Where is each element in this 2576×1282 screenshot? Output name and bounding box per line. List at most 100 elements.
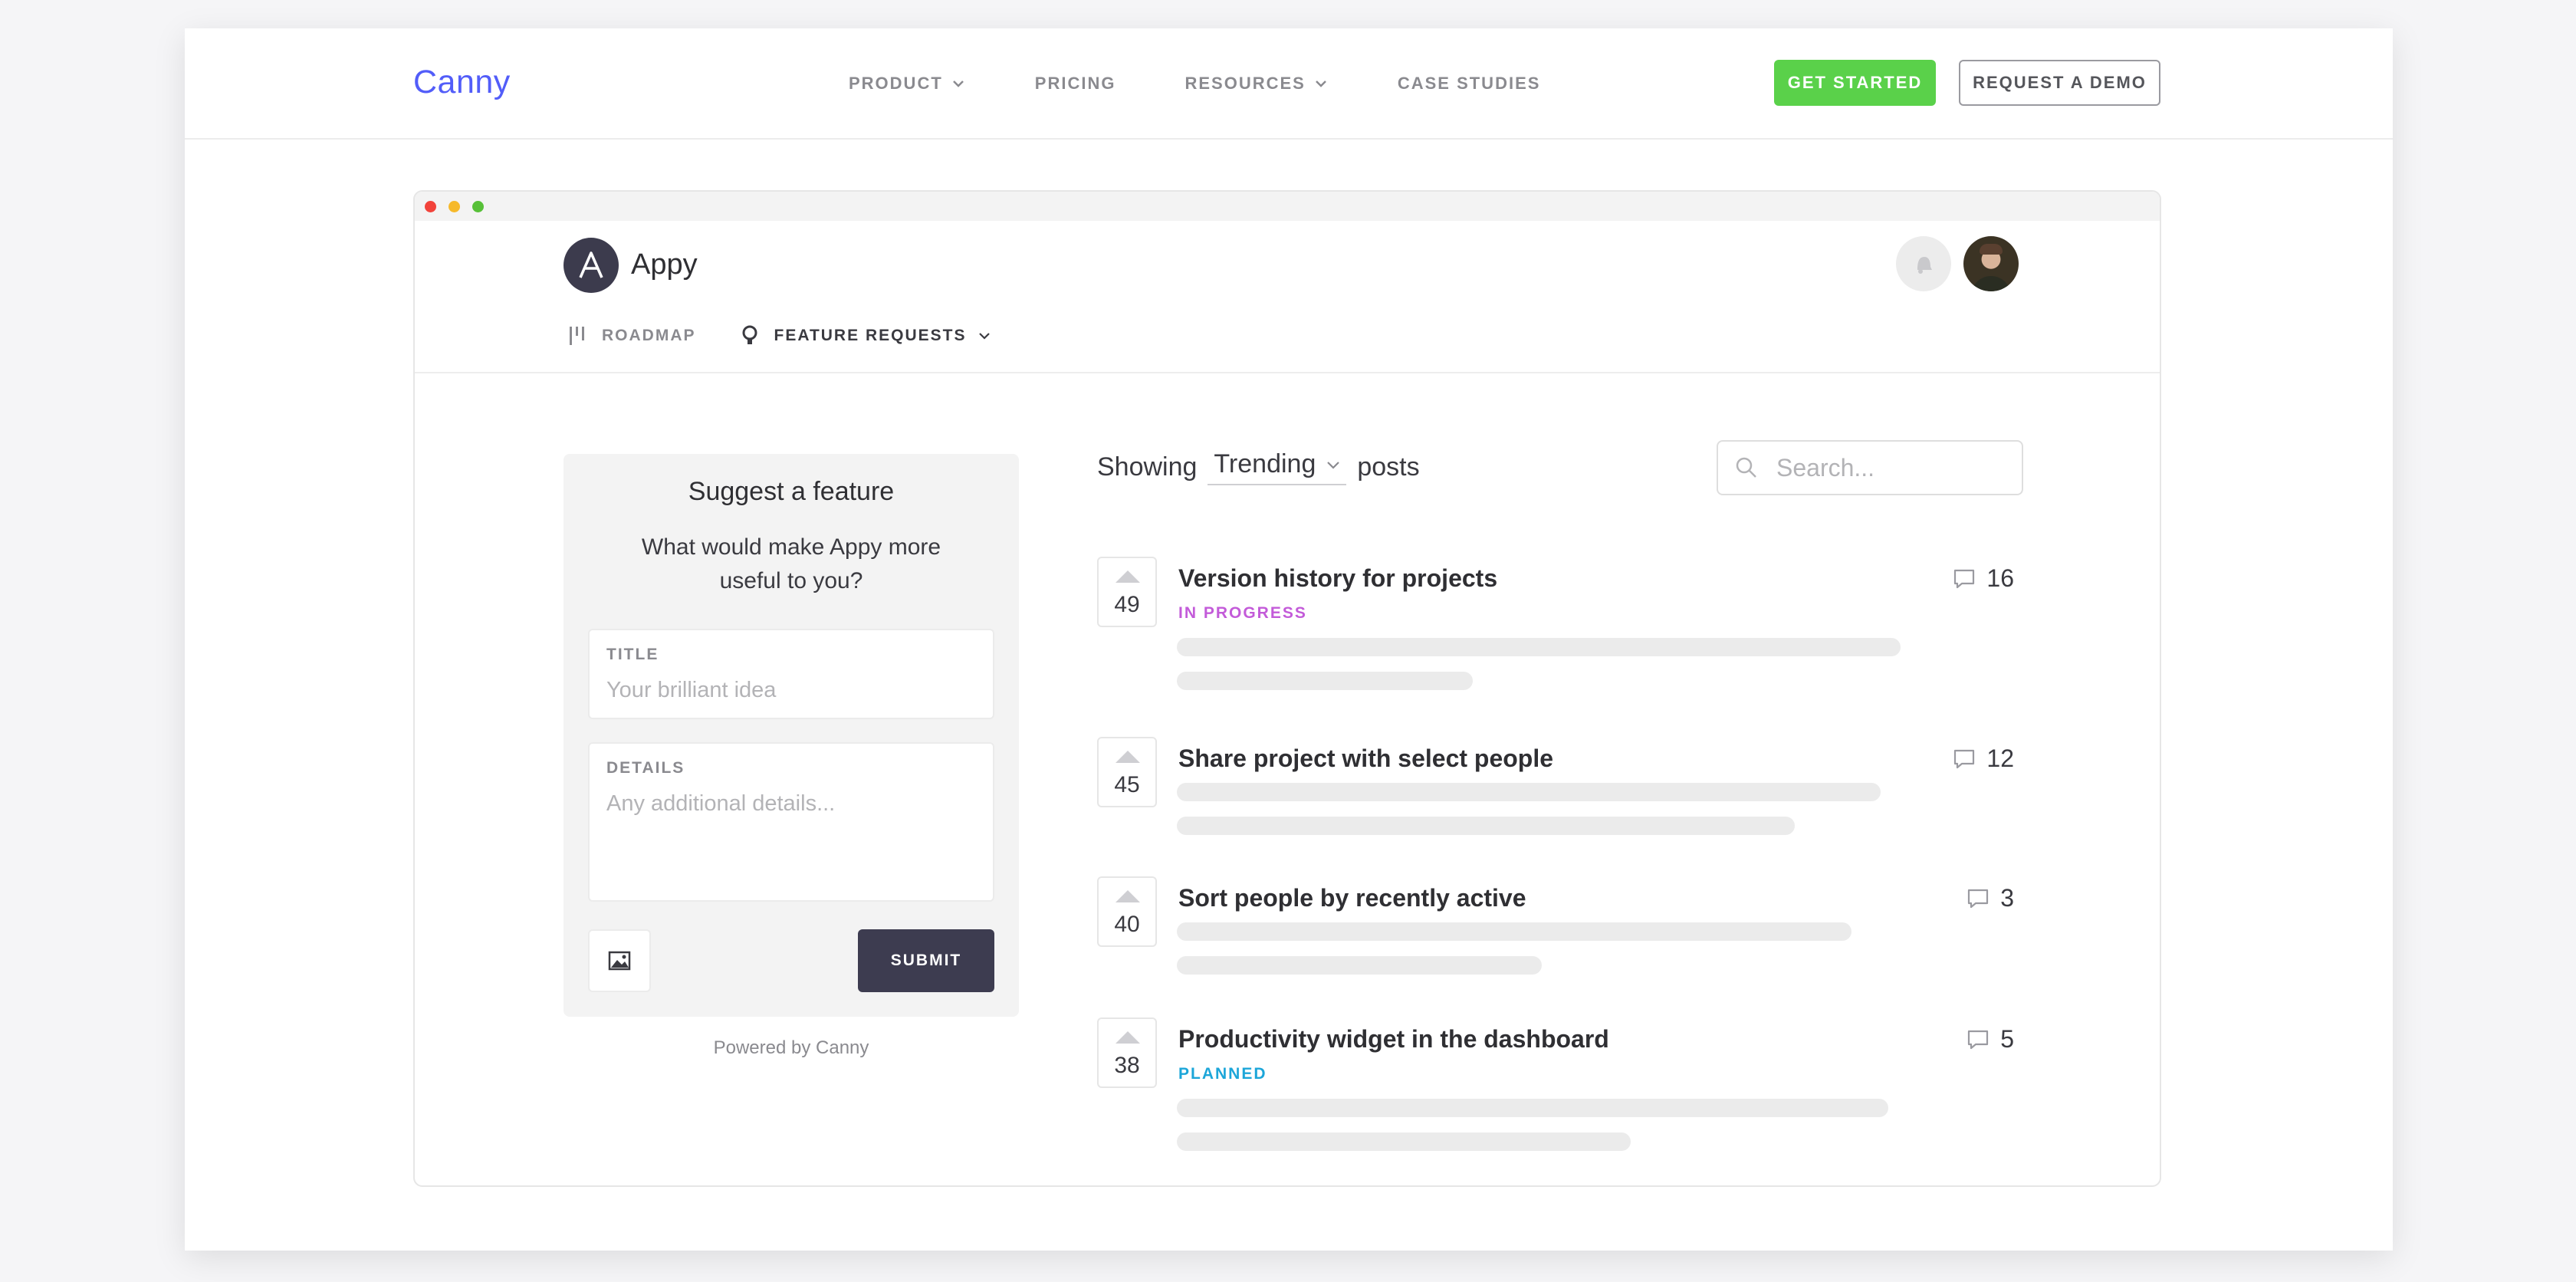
comment-count-value: 16 (1986, 564, 2014, 592)
tab-roadmap-label: ROADMAP (602, 327, 696, 344)
vote-count: 38 (1114, 1053, 1140, 1078)
window-minimize-dot (449, 201, 460, 212)
chevron-down-icon (979, 333, 991, 340)
post-item[interactable]: 45 Share project with select people 12 (1097, 737, 2025, 844)
comment-count-value: 3 (2000, 884, 2014, 912)
post-title[interactable]: Share project with select people (1178, 745, 1553, 773)
upvote-arrow-icon (1116, 751, 1140, 763)
app-logo-mark (579, 251, 603, 278)
post-title[interactable]: Sort people by recently active (1178, 884, 1526, 912)
description-placeholder-line (1177, 783, 1881, 801)
post-title[interactable]: Productivity widget in the dashboard (1178, 1025, 1609, 1054)
sort-dropdown[interactable]: Trending (1208, 449, 1347, 485)
nav-product[interactable]: PRODUCT (849, 74, 966, 94)
tab-feature-requests[interactable]: FEATURE REQUESTS (741, 324, 993, 347)
comment-count: 5 (1967, 1025, 2014, 1054)
description-placeholder-line (1177, 638, 1901, 656)
window-maximize-dot (472, 201, 484, 212)
details-field-label: DETAILS (606, 759, 685, 777)
nav-case-studies-label: CASE STUDIES (1397, 73, 1541, 93)
nav-resources-label: RESOURCES (1184, 73, 1306, 93)
chevron-down-icon (1327, 461, 1340, 469)
upvote-button[interactable]: 45 (1097, 737, 1157, 807)
user-avatar[interactable] (1963, 236, 2019, 291)
post-item[interactable]: 40 Sort people by recently active 3 (1097, 876, 2025, 984)
app-header: Appy ROADMAP FEATURE REQUESTS (415, 221, 2160, 373)
suggest-feature-card: Suggest a feature What would make Appy m… (564, 454, 1019, 1017)
vote-count: 49 (1114, 592, 1140, 617)
canny-logo[interactable]: Canny (413, 64, 511, 101)
posts-label: posts (1357, 452, 1420, 482)
comment-count: 16 (1953, 564, 2014, 593)
comment-count-value: 5 (2000, 1025, 2014, 1053)
showing-label: Showing (1097, 452, 1198, 482)
vote-count: 40 (1114, 912, 1140, 937)
nav-pricing[interactable]: PRICING (1035, 74, 1116, 94)
post-item[interactable]: 38 Productivity widget in the dashboard … (1097, 1017, 2025, 1155)
search-box[interactable] (1717, 440, 2023, 495)
comment-count-value: 12 (1986, 745, 2014, 772)
request-demo-button[interactable]: REQUEST A DEMO (1959, 60, 2160, 106)
title-field[interactable]: TITLE Your brilliant idea (588, 629, 994, 719)
comment-icon (1954, 749, 1975, 768)
post-item[interactable]: 49 Version history for projects IN PROGR… (1097, 557, 2025, 695)
comment-count: 3 (1967, 884, 2014, 912)
app-logo[interactable] (564, 238, 619, 293)
comment-icon (1954, 569, 1975, 588)
get-started-button[interactable]: GET STARTED (1774, 60, 1936, 106)
roadmap-icon (570, 327, 584, 345)
bell-icon (1917, 257, 1932, 274)
search-icon (1736, 457, 1756, 478)
status-badge: PLANNED (1178, 1065, 1267, 1083)
tab-feature-requests-label: FEATURE REQUESTS (774, 327, 967, 344)
nav-product-label: PRODUCT (849, 73, 943, 93)
attach-image-button[interactable] (588, 929, 651, 992)
description-placeholder-line (1177, 922, 1852, 941)
app-name: Appy (631, 248, 698, 281)
nav-pricing-label: PRICING (1034, 73, 1116, 93)
chevron-down-icon (1315, 80, 1326, 87)
submit-button[interactable]: SUBMIT (858, 929, 994, 992)
upvote-button[interactable]: 40 (1097, 876, 1157, 947)
powered-by-link[interactable]: Powered by Canny (564, 1037, 1019, 1059)
suggest-title: Suggest a feature (688, 477, 895, 506)
nav-resources[interactable]: RESOURCES (1184, 74, 1328, 94)
suggest-subtitle: What would make Appy more useful to you? (641, 534, 941, 593)
title-field-label: TITLE (606, 646, 659, 663)
comment-count: 12 (1953, 745, 2014, 773)
upvote-button[interactable]: 49 (1097, 557, 1157, 627)
comment-icon (1968, 889, 1989, 908)
search-input[interactable] (1775, 452, 2008, 483)
post-title[interactable]: Version history for projects (1178, 564, 1497, 593)
nav-case-studies[interactable]: CASE STUDIES (1398, 74, 1541, 94)
description-placeholder-line (1177, 672, 1473, 690)
app-tabs: ROADMAP FEATURE REQUESTS (568, 324, 1037, 347)
avatar-shirt (1971, 276, 2011, 291)
notifications-button[interactable] (1896, 236, 1951, 291)
comment-icon (1968, 1030, 1989, 1049)
status-badge: IN PROGRESS (1178, 604, 1307, 622)
vote-count: 45 (1114, 772, 1140, 797)
image-icon (608, 951, 631, 971)
chevron-down-icon (952, 80, 964, 87)
details-field[interactable]: DETAILS Any additional details... (588, 742, 994, 902)
upvote-arrow-icon (1116, 570, 1140, 583)
upvote-arrow-icon (1116, 890, 1140, 902)
title-field-placeholder[interactable]: Your brilliant idea (606, 678, 776, 703)
upvote-button[interactable]: 38 (1097, 1017, 1157, 1088)
window-titlebar (415, 192, 2160, 221)
main-nav: PRODUCT PRICING RESOURCES CASE STUDIES (849, 28, 1609, 138)
upvote-arrow-icon (1116, 1031, 1140, 1044)
product-window: Appy ROADMAP FEATURE REQUESTS Suggest a … (413, 190, 2161, 1187)
site-navbar: Canny PRODUCT PRICING RESOURCES CASE STU… (185, 28, 2393, 140)
window-close-dot (425, 201, 436, 212)
lightbulb-icon (742, 325, 757, 344)
description-placeholder-line (1177, 817, 1795, 835)
description-placeholder-line (1177, 956, 1542, 975)
description-placeholder-line (1177, 1132, 1631, 1151)
tab-roadmap[interactable]: ROADMAP (568, 326, 696, 346)
posts-filter-bar: Showing Trending posts (1097, 449, 1420, 485)
details-field-placeholder[interactable]: Any additional details... (606, 791, 835, 817)
description-placeholder-line (1177, 1099, 1888, 1117)
sort-value: Trending (1214, 449, 1316, 478)
